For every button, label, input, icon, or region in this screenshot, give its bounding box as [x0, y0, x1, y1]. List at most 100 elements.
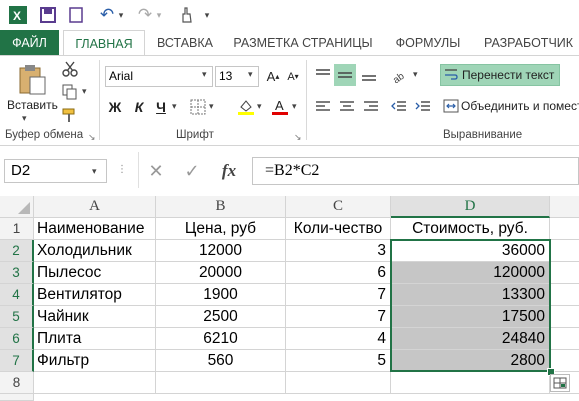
tab-developer[interactable]: РАЗРАБОТЧИК: [478, 30, 579, 56]
cell-c5[interactable]: 7: [286, 306, 391, 328]
row-header[interactable]: 7: [0, 350, 34, 372]
cell-e5[interactable]: [550, 306, 579, 328]
underline-button[interactable]: Ч: [153, 97, 169, 117]
cell-e3[interactable]: [550, 262, 579, 284]
spreadsheet-grid[interactable]: A B C D 1 2 3 4 5 6 7 8 Наименование Цен…: [0, 196, 579, 401]
cell-a5[interactable]: Чайник: [34, 306, 156, 328]
column-header-c[interactable]: C: [286, 196, 391, 218]
cell-c7[interactable]: 5: [286, 350, 391, 372]
formula-input[interactable]: =B2*C2: [252, 157, 579, 185]
row-header[interactable]: 5: [0, 306, 34, 328]
cell-b7[interactable]: 560: [156, 350, 286, 372]
wrap-text-button[interactable]: Перенести текст: [440, 64, 560, 86]
cell-a1[interactable]: Наименование: [34, 218, 156, 240]
cell-a2[interactable]: Холодильник: [34, 240, 156, 262]
borders-icon[interactable]: [188, 97, 208, 117]
row-header[interactable]: 4: [0, 284, 34, 306]
column-header-d[interactable]: D: [391, 196, 550, 218]
font-name-field[interactable]: Arial: [105, 66, 213, 87]
column-header-a[interactable]: A: [34, 196, 156, 218]
decrease-indent-icon[interactable]: [388, 96, 410, 118]
cell-c2[interactable]: 3: [286, 240, 391, 262]
cell-a8[interactable]: [34, 372, 156, 394]
merge-center-button[interactable]: Объединить и помест: [440, 96, 579, 118]
insert-function-icon[interactable]: fx: [215, 159, 243, 183]
italic-button[interactable]: К: [131, 97, 147, 117]
cell-b2[interactable]: 12000: [156, 240, 286, 262]
font-size-dropdown-icon[interactable]: ▾: [248, 69, 253, 80]
cell-b5[interactable]: 2500: [156, 306, 286, 328]
name-box-dropdown-icon[interactable]: ▾: [92, 166, 97, 177]
row-header[interactable]: 2: [0, 240, 34, 262]
redo-icon[interactable]: ↷: [136, 5, 154, 25]
font-color-icon[interactable]: A: [270, 97, 290, 117]
cell-c3[interactable]: 6: [286, 262, 391, 284]
select-all-corner[interactable]: [0, 196, 34, 218]
cell-b4[interactable]: 1900: [156, 284, 286, 306]
row-header[interactable]: 8: [0, 372, 34, 394]
copy-icon[interactable]: [60, 83, 80, 101]
cell-b8[interactable]: [156, 372, 286, 394]
clipboard-dialog-launcher-icon[interactable]: ↘: [88, 132, 96, 143]
column-header-e[interactable]: [550, 196, 579, 218]
cell-b6[interactable]: 6210: [156, 328, 286, 350]
cell-e2[interactable]: [550, 240, 579, 262]
cell-e6[interactable]: [550, 328, 579, 350]
underline-dropdown-icon[interactable]: ▾: [172, 101, 177, 112]
format-painter-icon[interactable]: [60, 106, 80, 124]
cell-a4[interactable]: Вентилятор: [34, 284, 156, 306]
undo-dropdown-icon[interactable]: ▾: [116, 5, 126, 25]
copy-dropdown-icon[interactable]: ▾: [82, 86, 87, 97]
cell-b3[interactable]: 20000: [156, 262, 286, 284]
align-right-icon[interactable]: [360, 96, 382, 118]
new-document-icon[interactable]: [66, 5, 86, 25]
orientation-icon[interactable]: ab: [388, 64, 412, 86]
align-center-icon[interactable]: [336, 96, 358, 118]
row-header[interactable]: 6: [0, 328, 34, 350]
cell-d1[interactable]: Стоимость, руб.: [391, 218, 550, 240]
formula-bar-splitter-icon[interactable]: ⋮: [117, 164, 127, 175]
undo-icon[interactable]: ↶: [98, 5, 116, 25]
tab-file[interactable]: ФАЙЛ: [0, 30, 59, 56]
clipboard-paste-icon[interactable]: [14, 62, 50, 96]
cell-d4[interactable]: 13300: [391, 284, 550, 306]
save-icon[interactable]: [38, 5, 58, 25]
cell-e4[interactable]: [550, 284, 579, 306]
cell-b1[interactable]: Цена, руб: [156, 218, 286, 240]
cancel-icon[interactable]: ✕: [143, 159, 169, 183]
font-dialog-launcher-icon[interactable]: ↘: [294, 132, 302, 143]
increase-font-icon[interactable]: A ▴: [264, 66, 282, 87]
cell-d5[interactable]: 17500: [391, 306, 550, 328]
cell-d7[interactable]: 2800: [391, 350, 550, 372]
cut-icon[interactable]: [60, 60, 80, 78]
cell-a3[interactable]: Пылесос: [34, 262, 156, 284]
borders-dropdown-icon[interactable]: ▾: [209, 101, 214, 112]
cell-e1[interactable]: [550, 218, 579, 240]
customize-toolbar-icon[interactable]: ▾: [202, 5, 212, 25]
column-header-b[interactable]: B: [156, 196, 286, 218]
tab-page-layout[interactable]: РАЗМЕТКА СТРАНИЦЫ: [228, 30, 378, 56]
row-header[interactable]: 3: [0, 262, 34, 284]
font-color-dropdown-icon[interactable]: ▾: [292, 101, 297, 112]
quick-analysis-icon[interactable]: [550, 374, 570, 392]
fill-color-icon[interactable]: [236, 97, 256, 117]
cell-c6[interactable]: 4: [286, 328, 391, 350]
cell-a7[interactable]: Фильтр: [34, 350, 156, 372]
tab-home[interactable]: ГЛАВНАЯ: [63, 30, 145, 56]
cell-c8[interactable]: [286, 372, 391, 394]
top-align-icon[interactable]: [312, 64, 334, 86]
bold-button[interactable]: Ж: [107, 97, 123, 117]
enter-icon[interactable]: ✓: [179, 159, 205, 183]
cell-a6[interactable]: Плита: [34, 328, 156, 350]
cell-c1[interactable]: Коли-чество: [286, 218, 391, 240]
touch-mode-icon[interactable]: [176, 5, 198, 25]
align-left-icon[interactable]: [312, 96, 334, 118]
cell-c4[interactable]: 7: [286, 284, 391, 306]
increase-indent-icon[interactable]: [412, 96, 434, 118]
row-header[interactable]: 1: [0, 218, 34, 240]
paste-button[interactable]: Вставить: [7, 98, 58, 112]
paste-dropdown-icon[interactable]: ▾: [22, 113, 27, 124]
cell-d2[interactable]: 36000: [391, 240, 550, 262]
cell-d3[interactable]: 120000: [391, 262, 550, 284]
middle-align-icon[interactable]: [334, 64, 356, 86]
